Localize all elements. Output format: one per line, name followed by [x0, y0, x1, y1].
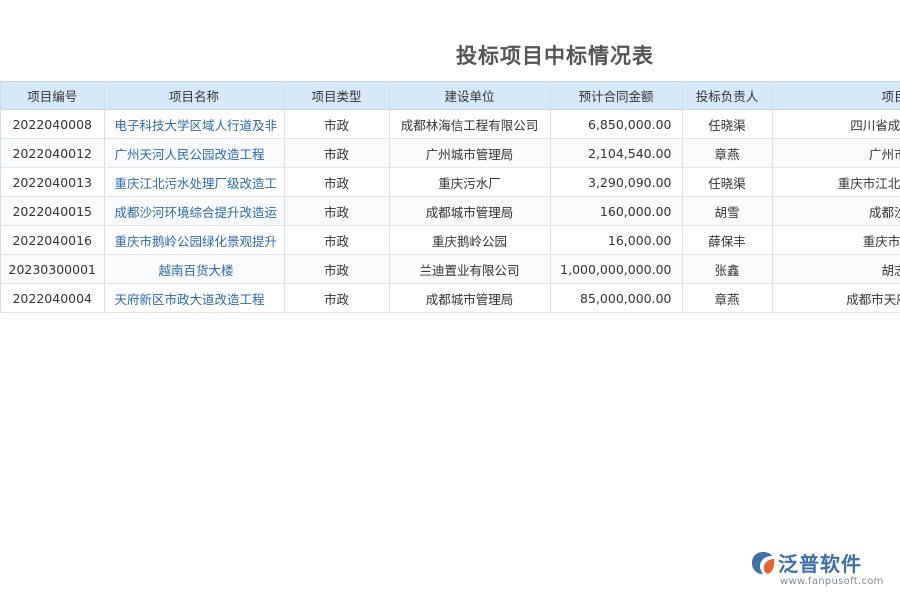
cell-type: 市政 [284, 254, 390, 284]
cell-amount: 160,000.00 [550, 196, 683, 226]
cell-id: 2022040016 [1, 225, 105, 255]
cell-owner: 胡雪 [682, 196, 773, 226]
cell-address: 成都沙河两岸 [772, 196, 900, 226]
cell-address: 胡志明市 [772, 254, 900, 284]
table-row[interactable]: 2022040004 天府新区市政大道改造工程 市政 成都城市管理局 85,00… [1, 283, 900, 313]
cell-id: 2022040015 [1, 196, 105, 226]
cell-address: 四川省成都市高新区 [772, 109, 900, 139]
column-header-type[interactable]: 项目类型 [284, 81, 390, 110]
cell-type: 市政 [284, 225, 390, 255]
cell-unit: 重庆污水厂 [389, 167, 551, 197]
cell-amount: 16,000.00 [550, 225, 683, 255]
cell-type: 市政 [284, 138, 390, 168]
cell-id: 2022040004 [1, 283, 105, 313]
cell-owner: 任晓渠 [682, 109, 773, 139]
table-row[interactable]: 2022040015 成都沙河环境综合提升改造运 市政 成都城市管理局 160,… [1, 196, 900, 226]
table-row[interactable]: 2022040016 重庆市鹅岭公园绿化景观提升 市政 重庆鹅岭公园 16,00… [1, 225, 900, 255]
cell-amount: 3,290,090.00 [550, 167, 683, 197]
column-header-owner[interactable]: 投标负责人 [682, 81, 773, 110]
cell-name-link[interactable]: 成都沙河环境综合提升改造运 [104, 196, 285, 226]
cell-id: 2022040012 [1, 138, 105, 168]
cell-type: 市政 [284, 167, 390, 197]
cell-address: 广州市天河区 [772, 138, 900, 168]
cell-type: 市政 [284, 283, 390, 313]
column-header-address[interactable]: 项目地址 [772, 81, 900, 110]
cell-name-link[interactable]: 重庆市鹅岭公园绿化景观提升 [104, 225, 285, 255]
cell-owner: 任晓渠 [682, 167, 773, 197]
cell-unit: 重庆鹅岭公园 [389, 225, 551, 255]
cell-unit: 兰迪置业有限公司 [389, 254, 551, 284]
logo-name: 泛普软件 [778, 552, 862, 576]
table-row[interactable]: 2022040012 广州天河人民公园改造工程 市政 广州城市管理局 2,104… [1, 138, 900, 168]
cell-type: 市政 [284, 109, 390, 139]
cell-unit: 成都林海信工程有限公司 [389, 109, 551, 139]
cell-owner: 薛保丰 [682, 225, 773, 255]
cell-unit: 广州城市管理局 [389, 138, 551, 168]
page-title: 投标项目中标情况表 [456, 44, 654, 68]
table-row[interactable]: 20230300001 越南百货大楼 市政 兰迪置业有限公司 1,000,000… [1, 254, 900, 284]
fanpu-logo: 泛普软件 www.fanpusoft.com [750, 546, 890, 592]
cell-name-link[interactable]: 重庆江北污水处理厂级改造工 [104, 167, 285, 197]
cell-amount: 85,000,000.00 [550, 283, 683, 313]
column-header-unit[interactable]: 建设单位 [389, 81, 551, 110]
cell-address: 重庆市鹅岭公园 [772, 225, 900, 255]
cell-amount: 2,104,540.00 [550, 138, 683, 168]
cell-amount: 1,000,000,000.00 [550, 254, 683, 284]
cell-id: 2022040013 [1, 167, 105, 197]
table-row[interactable]: 2022040013 重庆江北污水处理厂级改造工 市政 重庆污水厂 3,290,… [1, 167, 900, 197]
cell-address: 成都市天府大道2号线 [772, 283, 900, 313]
cell-name-link[interactable]: 广州天河人民公园改造工程 [104, 138, 285, 168]
cell-owner: 章燕 [682, 138, 773, 168]
cell-id: 20230300001 [1, 254, 105, 284]
cell-address: 重庆市江北区污水处理厂 [772, 167, 900, 197]
column-header-id[interactable]: 项目编号 [1, 81, 105, 110]
table-header-row: 项目编号 项目名称 项目类型 建设单位 预计合同金额 投标负责人 项目地址 [1, 81, 900, 110]
cell-owner: 张鑫 [682, 254, 773, 284]
cell-type: 市政 [284, 196, 390, 226]
cell-unit: 成都城市管理局 [389, 196, 551, 226]
cell-name-link[interactable]: 越南百货大楼 [104, 254, 285, 284]
cell-name-link[interactable]: 天府新区市政大道改造工程 [104, 283, 285, 313]
fanpu-logo-icon [752, 552, 774, 574]
cell-id: 2022040008 [1, 109, 105, 139]
cell-amount: 6,850,000.00 [550, 109, 683, 139]
cell-owner: 章燕 [682, 283, 773, 313]
column-header-name[interactable]: 项目名称 [104, 81, 285, 110]
cell-name-link[interactable]: 电子科技大学区域人行道及非 [104, 109, 285, 139]
column-header-amount[interactable]: 预计合同金额 [550, 81, 683, 110]
table-row[interactable]: 2022040008 电子科技大学区域人行道及非 市政 成都林海信工程有限公司 … [1, 109, 900, 139]
logo-url: www.fanpusoft.com [780, 576, 884, 587]
bid-results-table: 项目编号 项目名称 项目类型 建设单位 预计合同金额 投标负责人 项目地址 20… [0, 81, 900, 313]
cell-unit: 成都城市管理局 [389, 283, 551, 313]
